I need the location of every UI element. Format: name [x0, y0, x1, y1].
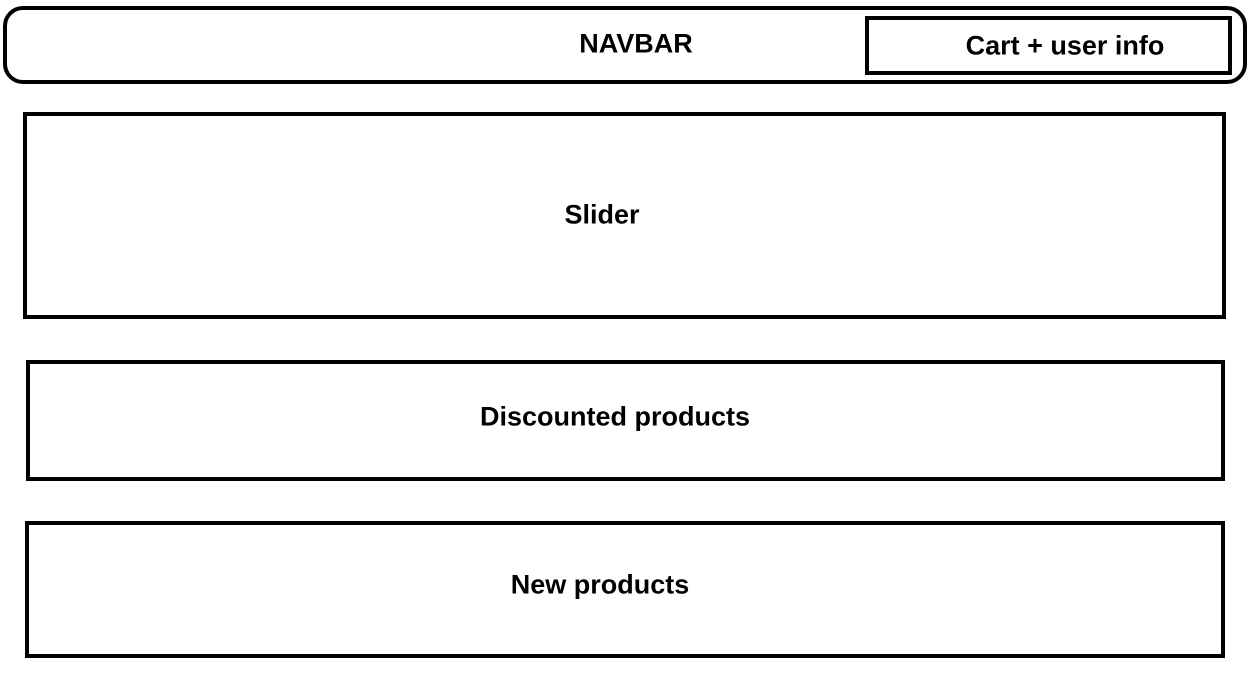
- navbar-label: NAVBAR: [579, 28, 693, 59]
- discounted-products-label: Discounted products: [479, 401, 751, 432]
- new-products-label: New products: [510, 569, 690, 600]
- slider-label: Slider: [564, 199, 640, 230]
- cart-user-info-label: Cart + user info: [965, 30, 1165, 61]
